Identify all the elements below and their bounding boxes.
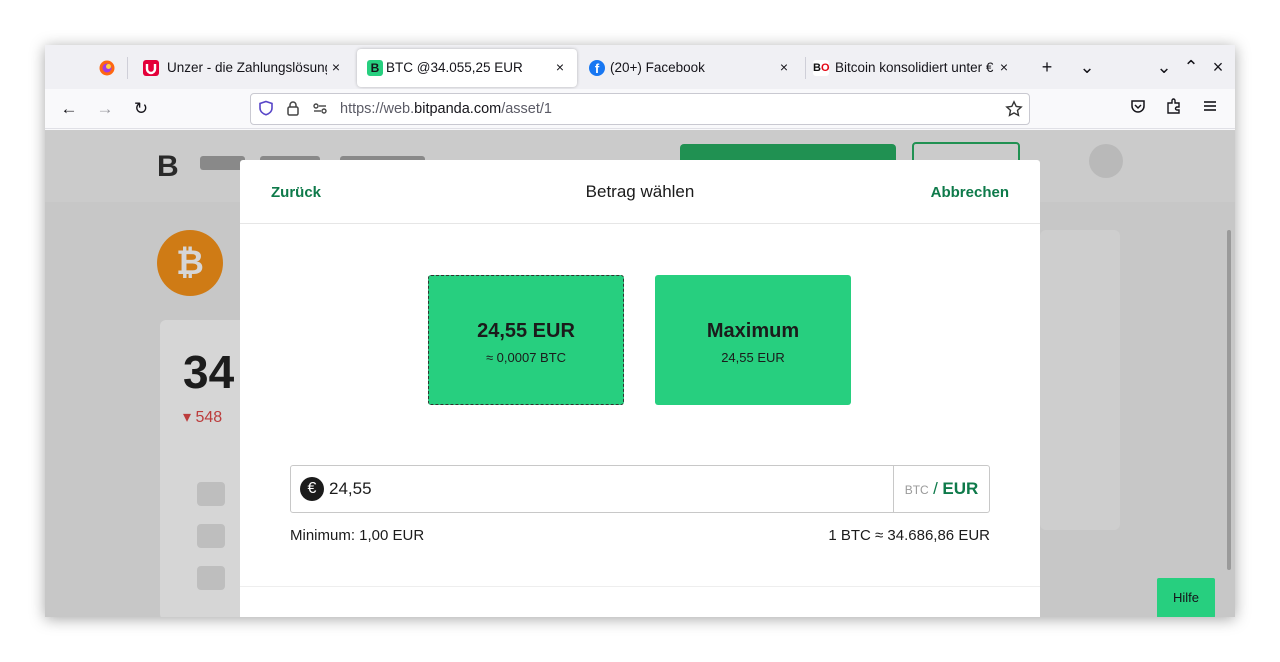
cancel-link[interactable]: Abbrechen [931,184,1009,201]
list-tabs-button[interactable]: ⌄ [1075,55,1099,79]
option-amount: Maximum [706,320,800,342]
pocket-icon[interactable] [1126,97,1150,121]
navigation-bar: ← → ↻ https://web.bitpanda.com/asset/1 [45,89,1235,129]
firefox-view-button[interactable] [90,49,126,87]
maximize-button[interactable]: ⌃ [1179,55,1203,79]
amount-option-available[interactable]: 24,55 EUR ≈ 0,0007 BTC [428,275,624,405]
facebook-icon: f [589,60,605,76]
menu-icon[interactable] [1198,97,1222,121]
tab-title: BTC @34.055,25 EUR [386,60,523,75]
bitpanda-icon: B [367,60,383,76]
dialog-divider [240,586,1040,587]
option-sub: 24,55 EUR [721,350,785,365]
close-window-button[interactable]: × [1206,55,1230,79]
currency-toggle[interactable]: BTC / EUR [893,466,989,512]
forward-button[interactable]: → [93,97,117,121]
close-tab-icon[interactable]: × [775,58,793,76]
url-text[interactable]: https://web.bitpanda.com/asset/1 [340,101,552,117]
new-tab-button[interactable]: + [1035,55,1059,79]
url-bar[interactable]: https://web.bitpanda.com/asset/1 [250,93,1030,125]
tab-unzer[interactable]: Unzer - die Zahlungslösung × [133,49,353,87]
close-tab-icon[interactable]: × [995,58,1013,76]
minimize-button[interactable]: ⌄ [1152,55,1176,79]
exchange-rate: 1 BTC ≈ 34.686,86 EUR [828,527,990,544]
tab-facebook[interactable]: f (20+) Facebook × [581,49,801,87]
tab-bitpanda[interactable]: B BTC @34.055,25 EUR × [357,49,577,87]
firefox-icon [99,60,115,76]
dialog-title: Betrag wählen [585,182,695,201]
dialog-header: Zurück Betrag wählen Abbrechen [240,160,1040,224]
currency-btc[interactable]: BTC [905,483,929,497]
minimum-amount: Minimum: 1,00 EUR [290,527,425,544]
tab-title: (20+) Facebook [610,60,705,75]
reload-button[interactable]: ↻ [129,97,153,121]
amount-field[interactable]: € BTC / EUR [290,465,990,513]
btc-echo-icon: BO [813,60,830,76]
option-amount: 24,55 EUR [477,320,575,342]
close-tab-icon[interactable]: × [551,58,569,76]
page-scrollbar[interactable] [1227,230,1231,570]
browser-window: Unzer - die Zahlungslösung × B BTC @34.0… [45,45,1235,617]
close-tab-icon[interactable]: × [327,58,345,76]
amount-input[interactable] [329,474,849,504]
option-sub: ≈ 0,0007 BTC [485,350,567,365]
permissions-icon[interactable] [311,100,329,118]
tab-btc-echo[interactable]: BO Bitcoin konsolidiert unter € × [807,49,1027,87]
euro-icon: € [300,477,324,501]
shield-icon[interactable] [257,100,275,118]
amount-dialog: Zurück Betrag wählen Abbrechen 24,55 EUR… [240,160,1040,617]
currency-eur[interactable]: EUR [942,479,978,498]
currency-separator: / [933,479,938,498]
page-content: B ₿ 34 ▾ 548 Hilfe Zurück Betrag wählen … [45,130,1235,617]
amount-option-maximum[interactable]: Maximum 24,55 EUR [655,275,851,405]
tab-title: Unzer - die Zahlungslösung [167,60,327,75]
extensions-icon[interactable] [1162,97,1186,121]
bookmark-star-icon[interactable] [1005,100,1023,118]
tab-strip: Unzer - die Zahlungslösung × B BTC @34.0… [45,45,1235,89]
lock-icon[interactable] [284,100,302,118]
tab-title: Bitcoin konsolidiert unter € [835,60,994,75]
help-button[interactable]: Hilfe [1157,578,1215,617]
back-button[interactable]: ← [57,97,81,121]
unzer-icon [143,60,159,76]
